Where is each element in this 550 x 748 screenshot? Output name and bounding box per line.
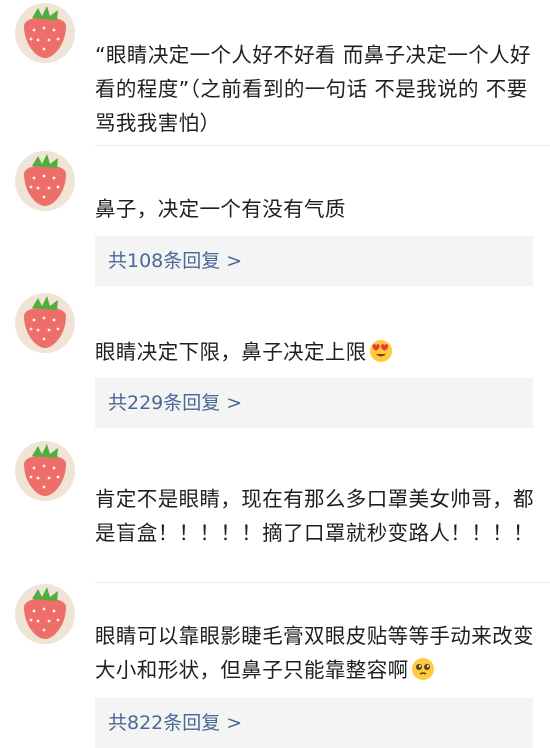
user-avatar[interactable]: [14, 440, 76, 502]
heart-eyes-emoji: [369, 339, 393, 363]
comment-text: 眼睛可以靠眼影睫毛膏双眼皮贴等等手动来改变大小和形状，但鼻子只能靠整容啊: [95, 624, 534, 682]
reply-count-link[interactable]: 共108条回复 >: [95, 236, 533, 286]
user-avatar[interactable]: [14, 2, 76, 64]
user-avatar[interactable]: [14, 583, 76, 645]
comment-text-row: 眼睛可以靠眼影睫毛膏双眼皮贴等等手动来改变大小和形状，但鼻子只能靠整容啊: [95, 619, 535, 687]
strawberry-icon: [15, 584, 75, 644]
user-avatar[interactable]: [14, 292, 76, 354]
strawberry-icon: [15, 3, 75, 63]
pleading-face-emoji: [411, 657, 435, 681]
comment-text: “眼睛决定一个人好不好看 而鼻子决定一个人好看的程度”（之前看到的一句话 不是我…: [95, 43, 531, 135]
comment-text-row: 眼睛决定下限，鼻子决定上限: [95, 335, 535, 369]
strawberry-icon: [15, 441, 75, 501]
comment-text: 鼻子，决定一个有没有气质: [95, 197, 346, 221]
strawberry-icon: [15, 151, 75, 211]
reply-count-link[interactable]: 共822条回复 >: [95, 698, 533, 748]
comment-text: 肯定不是眼睛，现在有那么多口罩美女帅哥，都是盲盒！！！！！摘了口罩就秒变路人！！…: [95, 487, 534, 545]
strawberry-icon: [15, 293, 75, 353]
divider: [95, 582, 550, 583]
user-avatar[interactable]: [14, 150, 76, 212]
comment-text: 眼睛决定下限，鼻子决定上限: [95, 340, 367, 364]
divider: [95, 145, 550, 146]
reply-count-link[interactable]: 共229条回复 >: [95, 378, 533, 428]
